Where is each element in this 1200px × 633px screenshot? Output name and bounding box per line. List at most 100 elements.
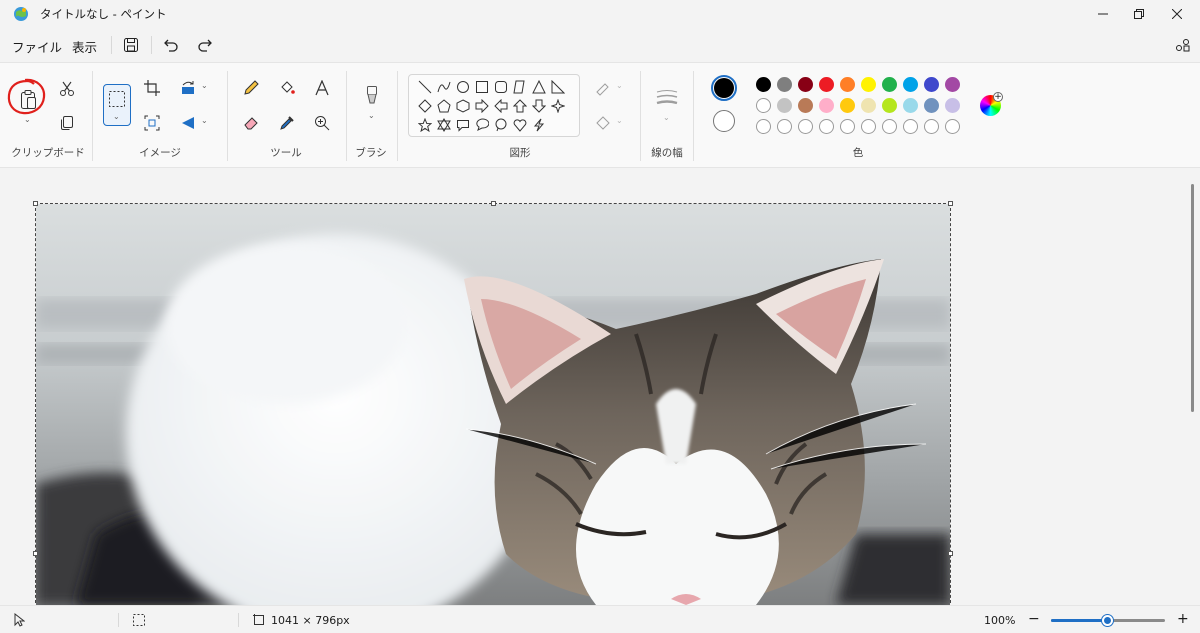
shape-polygon[interactable] — [511, 78, 529, 96]
shape-right-triangle[interactable] — [549, 78, 567, 96]
copy-button[interactable] — [54, 110, 80, 136]
color-swatch[interactable] — [756, 77, 771, 92]
zoom-level-text[interactable]: 100% — [984, 614, 1015, 627]
color-swatch[interactable] — [882, 98, 897, 113]
primary-color-button[interactable] — [711, 75, 737, 101]
shape-arrow-down[interactable] — [530, 97, 548, 115]
color-swatch[interactable] — [798, 98, 813, 113]
shape-rounded-rectangle[interactable] — [492, 78, 510, 96]
shape-hexagon[interactable] — [454, 97, 472, 115]
color-swatch[interactable] — [840, 77, 855, 92]
fill-button[interactable] — [274, 75, 300, 101]
canvas-area[interactable] — [0, 169, 1200, 613]
shape-rectangle[interactable] — [473, 78, 491, 96]
resize-handle[interactable] — [948, 551, 953, 556]
canvas-image[interactable] — [36, 204, 950, 605]
resize-button[interactable] — [139, 110, 165, 136]
vertical-scrollbar[interactable] — [1191, 184, 1194, 412]
secondary-color-button[interactable] — [713, 110, 735, 132]
chevron-down-icon[interactable]: ⌄ — [663, 113, 670, 122]
shape-line[interactable] — [416, 78, 434, 96]
shape-oval[interactable] — [454, 78, 472, 96]
chevron-down-icon[interactable]: ⌄ — [201, 116, 208, 125]
eraser-button[interactable] — [238, 110, 264, 136]
color-swatch[interactable] — [945, 77, 960, 92]
chevron-down-icon[interactable]: ⌄ — [616, 116, 623, 125]
menu-view[interactable]: 表示 — [72, 37, 97, 56]
custom-color-slot[interactable] — [861, 119, 876, 134]
text-button[interactable] — [309, 75, 335, 101]
rotate-button[interactable] — [175, 75, 201, 101]
color-swatch[interactable] — [840, 98, 855, 113]
outline-button[interactable] — [590, 75, 616, 101]
color-swatch[interactable] — [798, 77, 813, 92]
color-swatch[interactable] — [903, 98, 918, 113]
zoom-out-button[interactable]: − — [1028, 611, 1040, 627]
custom-color-slot[interactable] — [798, 119, 813, 134]
redo-button[interactable] — [195, 35, 215, 55]
color-swatch[interactable] — [777, 98, 792, 113]
shape-star-five[interactable] — [416, 116, 434, 134]
color-swatch[interactable] — [861, 77, 876, 92]
shape-diamond[interactable] — [416, 97, 434, 115]
fill-style-button[interactable] — [590, 110, 616, 136]
resize-handle[interactable] — [491, 201, 496, 206]
brush-button[interactable] — [359, 83, 385, 109]
magnifier-button[interactable] — [309, 110, 335, 136]
flip-button[interactable] — [175, 110, 201, 136]
shape-arrow-left[interactable] — [492, 97, 510, 115]
custom-color-slot[interactable] — [819, 119, 834, 134]
shape-arrow-right[interactable] — [473, 97, 491, 115]
menu-file[interactable]: ファイル — [12, 37, 62, 56]
custom-color-slot[interactable] — [924, 119, 939, 134]
shape-heart[interactable] — [511, 116, 529, 134]
shape-star-four[interactable] — [549, 97, 567, 115]
shape-callout-rect[interactable] — [454, 116, 472, 134]
color-swatch[interactable] — [924, 98, 939, 113]
edit-colors-button[interactable]: + — [980, 92, 1003, 116]
window-title: タイトルなし - ペイント — [40, 7, 167, 21]
color-swatch[interactable] — [756, 98, 771, 113]
custom-color-slot[interactable] — [777, 119, 792, 134]
shape-lightning[interactable] — [530, 116, 548, 134]
shape-callout-oval[interactable] — [473, 116, 491, 134]
color-swatch[interactable] — [903, 77, 918, 92]
shape-pentagon[interactable] — [435, 97, 453, 115]
color-swatch[interactable] — [882, 77, 897, 92]
crop-button[interactable] — [139, 75, 165, 101]
color-picker-button[interactable] — [274, 110, 300, 136]
shape-arrow-up[interactable] — [511, 97, 529, 115]
resize-handle[interactable] — [33, 201, 38, 206]
chevron-down-icon[interactable]: ⌄ — [616, 81, 623, 90]
custom-color-slot[interactable] — [882, 119, 897, 134]
color-swatch[interactable] — [819, 98, 834, 113]
zoom-in-button[interactable]: + — [1177, 611, 1189, 627]
zoom-slider-thumb[interactable] — [1102, 615, 1113, 626]
custom-color-slot[interactable] — [903, 119, 918, 134]
cut-button[interactable] — [54, 76, 80, 102]
chevron-down-icon[interactable]: ⌄ — [368, 111, 375, 120]
undo-button[interactable] — [161, 35, 181, 55]
chevron-down-icon[interactable]: ⌄ — [201, 81, 208, 90]
pencil-button[interactable] — [238, 75, 264, 101]
chevron-down-icon[interactable]: ⌄ — [113, 112, 120, 121]
shape-star-six[interactable] — [435, 116, 453, 134]
custom-color-slot[interactable] — [945, 119, 960, 134]
zoom-slider-track[interactable] — [1051, 615, 1165, 626]
color-swatch[interactable] — [777, 77, 792, 92]
custom-color-slot[interactable] — [840, 119, 855, 134]
shape-triangle[interactable] — [530, 78, 548, 96]
custom-color-slot[interactable] — [756, 119, 771, 134]
close-button[interactable] — [1154, 0, 1200, 28]
line-width-button[interactable] — [654, 85, 680, 111]
color-swatch[interactable] — [945, 98, 960, 113]
share-button[interactable] — [1173, 35, 1193, 55]
color-swatch[interactable] — [819, 77, 834, 92]
save-button[interactable] — [121, 35, 141, 55]
shape-curve[interactable] — [435, 78, 453, 96]
resize-handle[interactable] — [948, 201, 953, 206]
color-swatch[interactable] — [924, 77, 939, 92]
shape-callout-cloud[interactable] — [492, 116, 510, 134]
resize-handle[interactable] — [33, 551, 38, 556]
color-swatch[interactable] — [861, 98, 876, 113]
